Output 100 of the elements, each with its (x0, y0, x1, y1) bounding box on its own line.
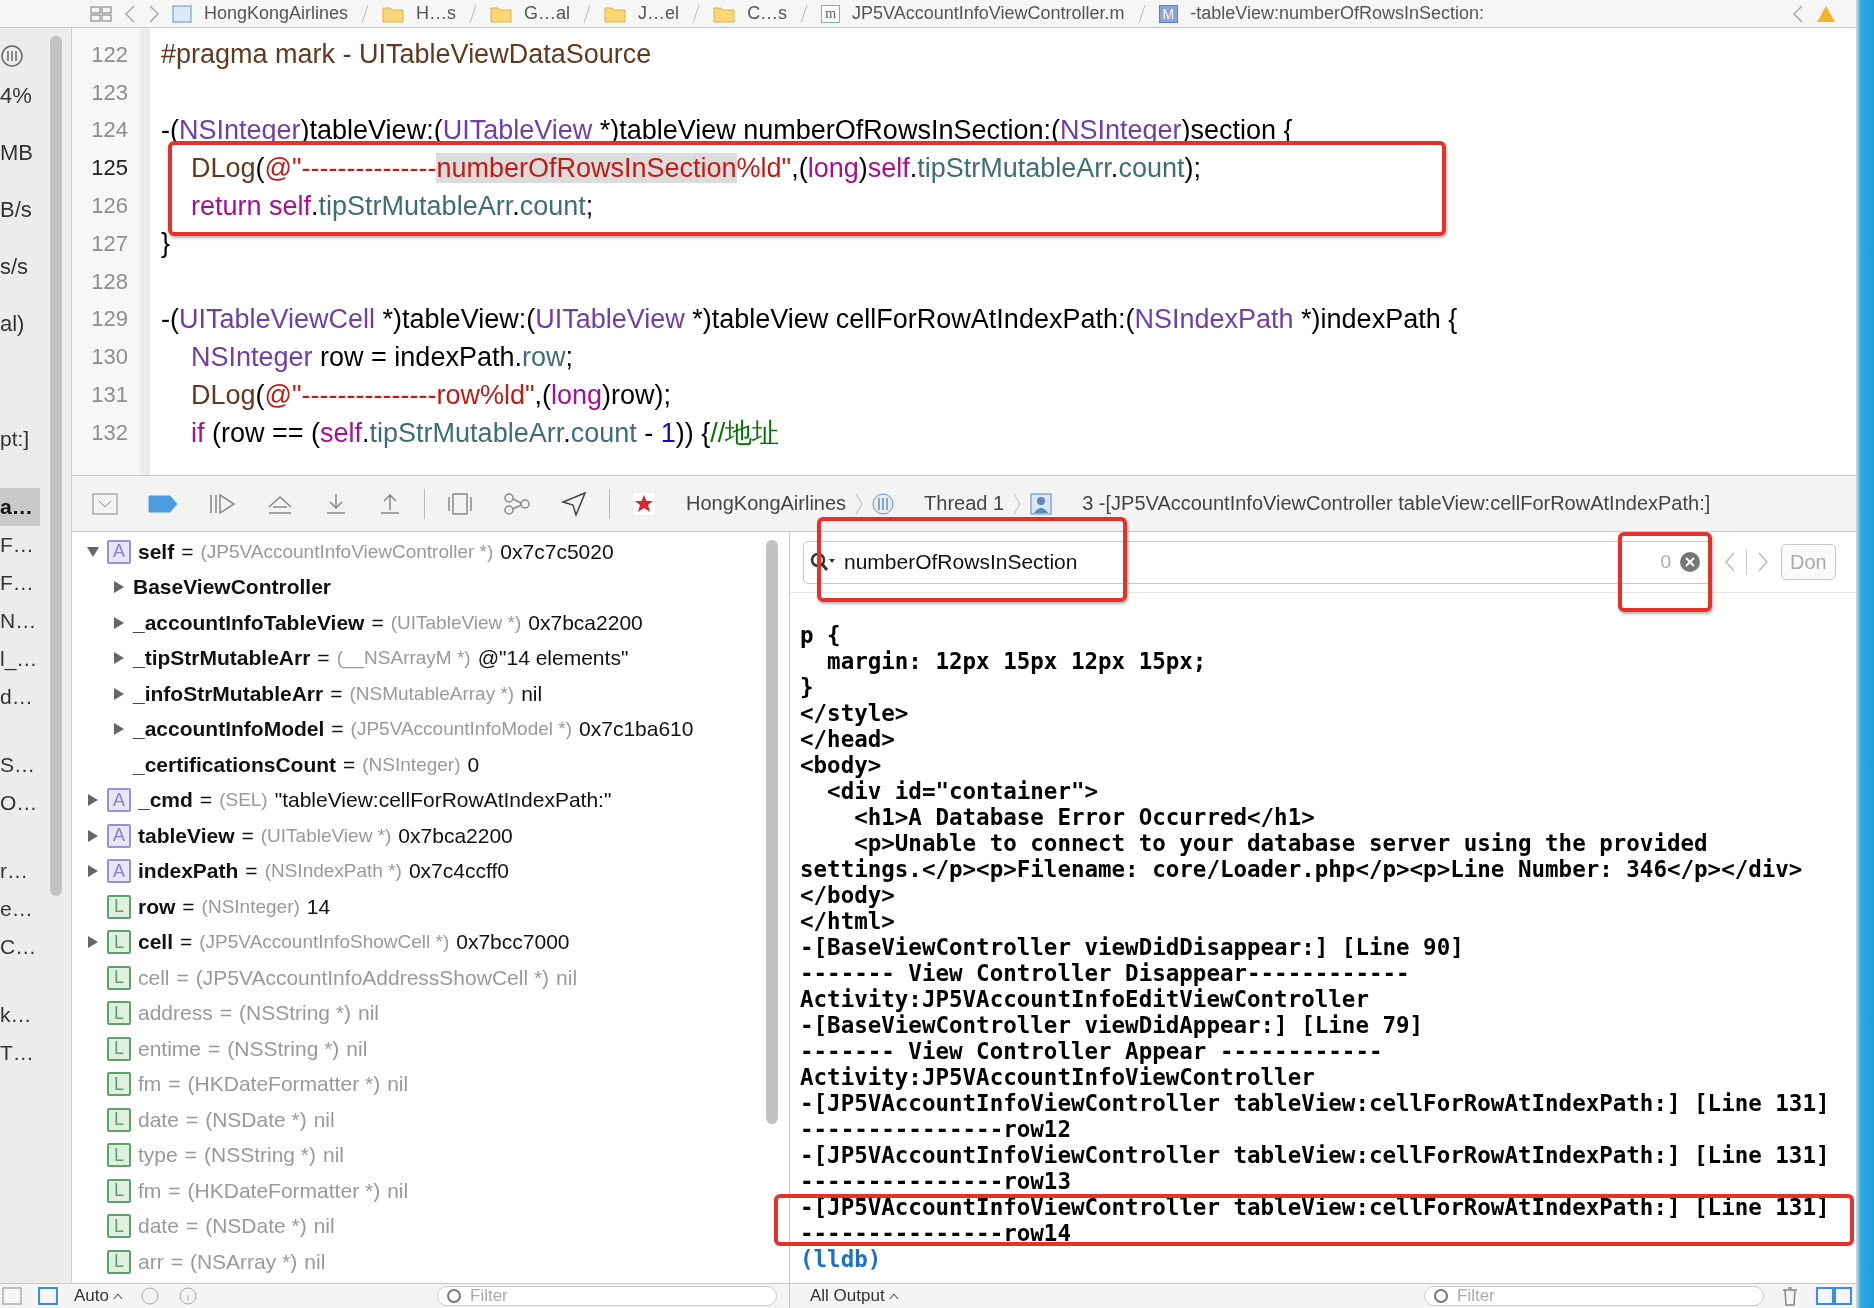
variable-name[interactable]: BaseViewController (133, 575, 331, 600)
scroll-bar[interactable] (50, 36, 62, 896)
stack-frame[interactable]: a… (0, 488, 40, 526)
variable-name[interactable]: tableView (138, 823, 235, 848)
panel-toggle-icon[interactable] (2, 1287, 22, 1305)
disclosure-triangle-icon[interactable] (112, 686, 126, 701)
stack-frame[interactable]: C… (0, 928, 40, 966)
folder-icon[interactable] (713, 4, 736, 23)
stack-frame[interactable]: e… (0, 890, 40, 928)
info-icon[interactable] (177, 1287, 199, 1305)
step-into-icon[interactable] (324, 491, 348, 516)
stack-frame[interactable]: N… (0, 602, 40, 640)
stack-frame[interactable]: r… (0, 852, 40, 890)
jump-bar-item[interactable]: HongKongAirlines (204, 3, 349, 24)
variable-name[interactable]: row (138, 894, 176, 919)
app-icon[interactable] (632, 491, 656, 516)
variable-name[interactable]: _infoStrMutableArr (133, 681, 324, 706)
slash-icon (799, 3, 810, 24)
hide-panel-icon[interactable] (92, 492, 118, 515)
jump-bar-item[interactable]: G…al (524, 3, 571, 24)
variable-name[interactable]: self (138, 539, 175, 564)
variable-name[interactable]: _certificationsCount (133, 752, 337, 777)
jump-bar-item[interactable]: H…s (416, 3, 457, 24)
variable-type: (JP5VAccountInfoViewController *) (200, 540, 494, 563)
stack-frame[interactable]: d… (0, 678, 40, 716)
disclosure-triangle-icon[interactable] (112, 651, 126, 666)
variable-name[interactable]: indexPath (138, 859, 239, 884)
back-icon[interactable] (124, 4, 136, 23)
view-hierarchy-icon[interactable] (447, 491, 473, 516)
breadcrumb-item[interactable]: Thread 1 (924, 492, 1005, 515)
gauge-reading[interactable]: al) (0, 312, 71, 336)
panel-toggle-icon[interactable] (1816, 1287, 1852, 1305)
stack-frame[interactable]: F… (0, 564, 40, 602)
code-line: if (row == (self.tipStrMutableArr.count - 1)) {//地址 (190, 416, 780, 450)
equals-sign: = (245, 859, 258, 884)
gauge-icon[interactable] (0, 44, 24, 68)
breadcrumb-item[interactable]: HongKongAirlines (686, 492, 847, 515)
output-dropdown[interactable]: All Output (810, 1286, 899, 1306)
trash-icon[interactable] (1780, 1286, 1800, 1306)
disclosure-triangle-icon[interactable] (86, 793, 100, 808)
stack-frame[interactable]: S… (0, 746, 40, 784)
search-icon[interactable] (810, 552, 836, 572)
jump-bar-item[interactable]: J…el (638, 3, 680, 24)
variable-type: (NSString *) (227, 1036, 340, 1061)
disclosure-triangle-icon[interactable] (86, 828, 100, 843)
jump-bar-item[interactable]: C…s (747, 3, 788, 24)
jump-bar-item[interactable]: JP5VAccountInfoViewController.m (852, 3, 1125, 24)
stack-frame[interactable]: O… (0, 784, 40, 822)
disclosure-triangle-icon[interactable] (86, 544, 100, 559)
gauge-reading[interactable]: 4% (0, 84, 71, 108)
variable-name[interactable]: _cmd (138, 788, 193, 813)
variable-value: 0x7c7c5020 (500, 539, 614, 564)
variable-kind-badge: A (107, 823, 131, 848)
folder-icon[interactable] (382, 4, 405, 23)
variable-type: (NSArray *) (189, 1249, 298, 1274)
stack-frame[interactable]: pt:] (0, 420, 40, 458)
folder-icon[interactable] (604, 4, 627, 23)
disclosure-triangle-icon[interactable] (86, 935, 100, 950)
scroll-bar[interactable] (766, 540, 778, 1124)
stack-frame[interactable]: l_… (0, 640, 40, 678)
stack-frame[interactable]: k… (0, 996, 40, 1034)
graph-icon[interactable] (503, 491, 531, 516)
disclosure-triangle-icon[interactable] (112, 615, 126, 630)
thread-icon[interactable] (872, 492, 895, 515)
gauge-reading[interactable]: MB (0, 141, 71, 165)
variable-value: nil (313, 1214, 335, 1239)
stack-frame[interactable]: F… (0, 526, 40, 564)
breakpoint-icon[interactable] (148, 494, 178, 513)
equals-sign: = (241, 823, 254, 848)
disclosure-triangle-icon[interactable] (112, 722, 126, 737)
disclosure-triangle-icon[interactable] (86, 864, 100, 879)
forward-icon[interactable] (148, 4, 160, 23)
previous-icon[interactable] (1722, 550, 1738, 574)
stack-frame[interactable]: T… (0, 1034, 40, 1072)
variable-kind-badge: L (107, 1249, 131, 1274)
variable-name[interactable]: _accountInfoTableView (133, 610, 365, 635)
jump-bar-item[interactable]: -tableView:numberOfRowsInSection: (1190, 3, 1484, 24)
clear-icon[interactable] (1679, 551, 1701, 573)
disclosure-triangle-icon[interactable] (112, 580, 126, 595)
gauge-reading[interactable]: B/s (0, 198, 71, 222)
step-out-icon[interactable] (378, 491, 402, 516)
scope-dropdown[interactable]: Auto (74, 1286, 123, 1306)
console-line: <body> (800, 752, 883, 778)
panel-toggle-icon[interactable] (38, 1287, 58, 1305)
variable-name[interactable]: _tipStrMutableArr (133, 646, 311, 671)
location-icon[interactable] (561, 490, 587, 517)
variable-name[interactable]: cell (138, 930, 174, 955)
gauge-reading[interactable]: s/s (0, 255, 71, 279)
next-icon[interactable] (1755, 550, 1771, 574)
back-icon[interactable] (1792, 4, 1804, 23)
line-number: 125 (90, 155, 129, 182)
grid-icon[interactable] (90, 5, 112, 22)
warning-icon[interactable] (1816, 4, 1836, 23)
folder-icon[interactable] (490, 4, 513, 23)
equals-sign: = (168, 1178, 181, 1203)
breadcrumb-item[interactable]: 3 -[JP5VAccountInfoViewController tableView:cellForRowAtIndexPath:] (1082, 492, 1711, 515)
continue-icon[interactable] (208, 492, 236, 515)
equals-sign: = (317, 646, 330, 671)
variable-name[interactable]: _accountInfoModel (133, 717, 325, 742)
project-icon[interactable] (172, 4, 192, 23)
